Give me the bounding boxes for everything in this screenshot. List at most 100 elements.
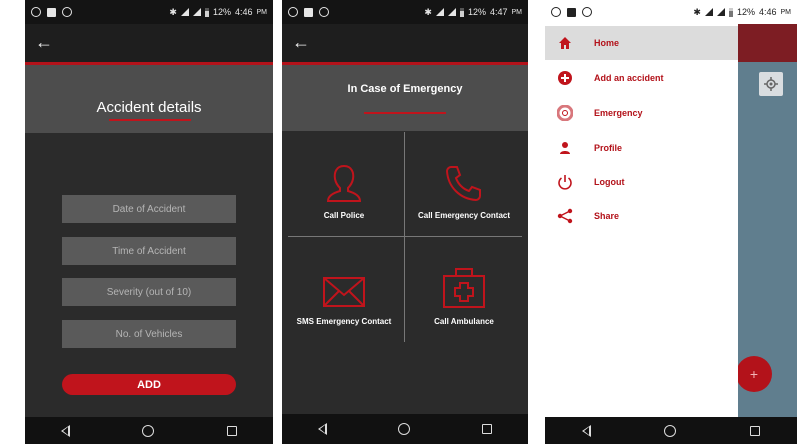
menu-label: Logout — [594, 177, 625, 187]
clock-ampm: PM — [256, 8, 268, 16]
page-title: In Case of Emergency — [347, 83, 463, 95]
power-icon — [545, 174, 585, 190]
app-icon — [582, 7, 592, 17]
field-placeholder: Date of Accident — [112, 203, 186, 215]
nav-recents-icon[interactable] — [226, 425, 237, 436]
signal-icon — [704, 8, 713, 16]
nav-drawer: Home Add an accident Emergency Profile L… — [545, 24, 738, 417]
image-icon — [304, 7, 313, 17]
whatsapp-icon — [551, 7, 561, 17]
first-aid-icon — [443, 268, 485, 308]
battery-percent: 12% — [467, 7, 486, 17]
battery-icon — [204, 7, 209, 17]
mail-icon — [323, 277, 365, 307]
nav-recents-icon[interactable] — [750, 425, 761, 436]
app-bar: ← — [25, 24, 273, 62]
option-label: Call Ambulance — [434, 317, 494, 326]
header-band: Accident details — [25, 65, 273, 133]
back-arrow-icon[interactable]: ← — [292, 32, 310, 53]
image-icon — [47, 7, 56, 17]
sms-emergency-contact-option[interactable]: SMS Emergency Contact — [284, 236, 404, 340]
bluetooth-icon: ✱ — [424, 6, 432, 17]
signal-icon — [716, 8, 725, 16]
app-bar: ← — [282, 24, 528, 62]
status-bar: ✱ 12% 4:47 PM — [282, 0, 528, 24]
menu-label: Add an accident — [594, 73, 664, 83]
option-label: Call Emergency Contact — [417, 211, 511, 220]
image-icon — [567, 7, 576, 17]
menu-item-profile[interactable]: Profile — [545, 131, 738, 165]
plus-circle-icon — [545, 71, 585, 85]
clock-ampm: PM — [511, 8, 523, 16]
bluetooth-icon: ✱ — [693, 6, 701, 17]
whatsapp-icon — [31, 7, 41, 17]
app-bar-dimmed — [737, 24, 797, 62]
title-underline — [364, 112, 446, 114]
battery-icon — [728, 7, 733, 17]
nav-home-icon[interactable] — [664, 424, 677, 437]
nav-recents-icon[interactable] — [482, 424, 493, 434]
signal-icon — [447, 8, 456, 16]
page-title: Accident details — [96, 99, 202, 116]
police-icon — [326, 164, 362, 202]
navigation-drawer-screen: + ✱ 12% 4:46 PM Home Add an accident Eme… — [545, 0, 797, 444]
menu-label: Share — [594, 211, 620, 221]
nav-bar — [282, 414, 528, 444]
nav-home-icon[interactable] — [398, 423, 411, 435]
date-of-accident-field[interactable]: Date of Accident — [62, 195, 236, 223]
menu-item-share[interactable]: Share — [545, 199, 738, 233]
clock: 4:47 — [489, 7, 508, 17]
my-location-button[interactable] — [759, 72, 783, 96]
clock-ampm: PM — [780, 8, 792, 16]
clock: 4:46 — [758, 7, 777, 17]
app-icon — [319, 7, 329, 17]
status-bar: ✱ 12% 4:46 PM — [545, 0, 797, 24]
option-label: SMS Emergency Contact — [296, 317, 392, 326]
nav-back-icon[interactable] — [61, 424, 71, 437]
field-placeholder: Time of Accident — [112, 245, 186, 257]
battery-percent: 12% — [736, 7, 755, 17]
severity-field[interactable]: Severity (out of 10) — [62, 278, 236, 306]
app-icon — [62, 7, 72, 17]
phone-icon — [445, 166, 481, 202]
battery-icon — [459, 7, 464, 17]
battery-percent: 12% — [212, 7, 231, 17]
target-icon — [764, 77, 778, 91]
signal-icon — [192, 8, 201, 16]
add-fab-button[interactable]: + — [736, 356, 772, 392]
title-underline — [109, 119, 191, 121]
time-of-accident-field[interactable]: Time of Accident — [62, 237, 236, 265]
accident-details-screen: ✱ 12% 4:46 PM ← Accident details Date of… — [25, 0, 273, 444]
emergency-screen: ✱ 12% 4:47 PM ← In Case of Emergency Cal… — [282, 0, 528, 444]
nav-bar — [545, 417, 797, 444]
menu-item-emergency[interactable]: Emergency — [545, 96, 738, 130]
menu-item-logout[interactable]: Logout — [545, 165, 738, 199]
signal-icon — [180, 8, 189, 16]
field-placeholder: No. of Vehicles — [115, 328, 183, 340]
clock: 4:46 — [234, 7, 253, 17]
nav-back-icon[interactable] — [581, 424, 591, 437]
add-button[interactable]: ADD — [62, 374, 236, 395]
bluetooth-icon: ✱ — [169, 6, 177, 17]
header-band: In Case of Emergency — [282, 65, 528, 131]
lifebuoy-icon — [545, 105, 585, 121]
whatsapp-icon — [288, 7, 298, 17]
back-arrow-icon[interactable]: ← — [35, 32, 53, 53]
menu-label: Emergency — [594, 108, 643, 118]
menu-label: Profile — [594, 143, 623, 153]
call-police-option[interactable]: Call Police — [284, 130, 404, 234]
share-icon — [545, 208, 585, 224]
option-label: Call Police — [323, 211, 365, 220]
call-emergency-contact-option[interactable]: Call Emergency Contact — [404, 130, 524, 234]
vehicles-field[interactable]: No. of Vehicles — [62, 320, 236, 348]
person-icon — [545, 141, 585, 155]
nav-bar — [25, 417, 273, 444]
nav-back-icon[interactable] — [317, 423, 327, 435]
home-icon — [545, 36, 585, 50]
status-bar: ✱ 12% 4:46 PM — [25, 0, 273, 24]
nav-home-icon[interactable] — [142, 424, 155, 437]
menu-item-home[interactable]: Home — [545, 26, 738, 60]
menu-item-add-accident[interactable]: Add an accident — [545, 61, 738, 95]
field-placeholder: Severity (out of 10) — [106, 286, 192, 298]
call-ambulance-option[interactable]: Call Ambulance — [404, 236, 524, 340]
